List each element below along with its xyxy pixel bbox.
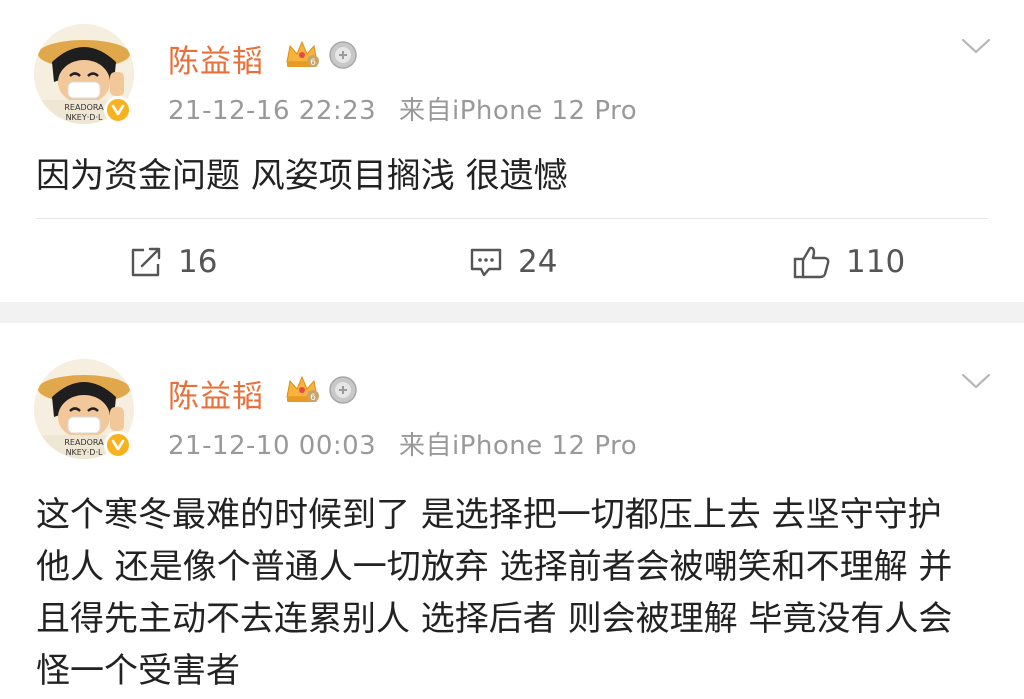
avatar-text-1: READORA <box>64 438 104 447</box>
chevron-down-icon[interactable] <box>960 36 992 56</box>
comment-icon <box>470 248 502 277</box>
post-source: 来自iPhone 12 Pro <box>398 96 638 126</box>
crown-level: 6 <box>310 58 316 68</box>
post-content: 因为资金问题 风姿项目搁浅 很遗憾 <box>36 156 568 196</box>
repost-count: 16 <box>178 244 218 280</box>
avatar-text-2: NKEY·D·L <box>66 448 103 457</box>
repost-button[interactable]: 16 <box>128 236 217 288</box>
chevron-down-icon[interactable] <box>960 371 992 391</box>
author-name[interactable]: 陈益韬 <box>168 36 264 81</box>
vip-crown-icon[interactable]: 6 <box>284 373 320 405</box>
repost-icon <box>131 247 161 277</box>
comment-count: 24 <box>518 244 558 280</box>
medal-icon[interactable] <box>328 375 358 405</box>
comment-button[interactable]: 24 <box>468 236 557 288</box>
avatar-text-1: READORA <box>64 103 104 112</box>
post-meta: 21-12-10 00:03 来自iPhone 12 Pro <box>168 425 637 462</box>
verified-badge-icon <box>104 96 132 124</box>
post-content: 这个寒冬最难的时候到了 是选择把一切都压上去 去坚守守护他人 还是像个普通人一切… <box>36 495 953 691</box>
medal-icon[interactable] <box>328 40 358 70</box>
post-timestamp: 21-12-16 22:23 <box>168 96 377 126</box>
weibo-post: READORA NKEY·D·L 陈益韬 6 21-12-16 22:23 来自… <box>0 0 1024 302</box>
post-timestamp: 21-12-10 00:03 <box>168 431 377 461</box>
like-button[interactable]: 110 <box>792 236 905 288</box>
verified-badge-icon <box>104 431 132 459</box>
author-name[interactable]: 陈益韬 <box>168 371 264 416</box>
like-count: 110 <box>846 244 906 280</box>
post-meta: 21-12-16 22:23 来自iPhone 12 Pro <box>168 90 637 127</box>
vip-crown-icon[interactable]: 6 <box>284 38 320 70</box>
divider <box>36 218 988 219</box>
avatar-text-2: NKEY·D·L <box>66 113 103 122</box>
thumbs-up-icon <box>793 246 830 279</box>
post-source: 来自iPhone 12 Pro <box>398 431 638 461</box>
weibo-post: READORA NKEY·D·L 陈益韬 6 21-12-10 00:03 来自… <box>0 323 1024 699</box>
crown-level: 6 <box>310 393 316 403</box>
